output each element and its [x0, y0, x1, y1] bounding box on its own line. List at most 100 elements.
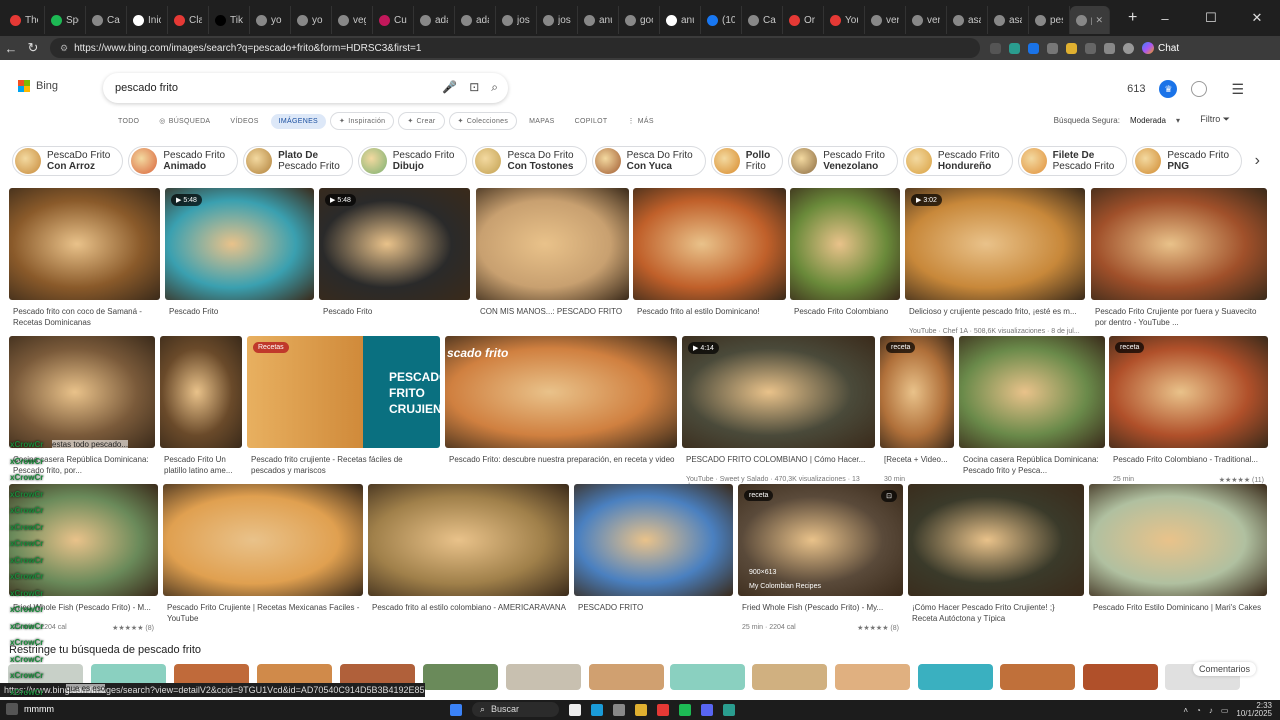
result-thumbnail[interactable]: scado frito: [445, 336, 677, 448]
result-caption[interactable]: CON MIS MANOS...: PESCADO FRITO: [480, 306, 627, 328]
related-search-thumbnail[interactable]: [835, 664, 910, 690]
result-thumbnail[interactable]: [9, 188, 160, 300]
browser-tab[interactable]: adam: [414, 6, 455, 34]
result-caption[interactable]: Pescado Frito Crujiente | Recetas Mexica…: [167, 602, 361, 624]
scope-colecciones[interactable]: ✦ Colecciones: [448, 112, 518, 130]
result-thumbnail[interactable]: [1091, 188, 1267, 300]
scope-ms[interactable]: ⋮ MÁS: [619, 113, 661, 129]
scope-inspiracin[interactable]: ✦ Inspiración: [330, 112, 395, 130]
result-caption[interactable]: Pescado Frito: descubre nuestra preparac…: [449, 454, 675, 476]
image-result[interactable]: Fried Whole Fish (Pescado Frito) - M... 2…: [9, 484, 158, 632]
related-chip[interactable]: Pescado Frito Animado: [128, 146, 239, 176]
browser-tab[interactable]: anuel: [660, 6, 701, 34]
extension-icon[interactable]: [1047, 42, 1058, 54]
browser-tab[interactable]: pesca: [1029, 6, 1070, 34]
browser-tab[interactable]: yo so: [291, 6, 332, 34]
related-chip[interactable]: Pollo Frito: [710, 146, 784, 176]
app-icon[interactable]: [679, 703, 692, 716]
image-result[interactable]: receta Pescado Frito Colombiano - Traditi…: [1109, 336, 1268, 484]
image-result[interactable]: Pescado frito al estilo colombiano - AME…: [368, 484, 569, 628]
browser-tab[interactable]: TheGr: [4, 6, 45, 34]
related-search-thumbnail[interactable]: [670, 664, 745, 690]
result-caption[interactable]: Pescado Frito Estilo Dominicano | Mari's…: [1093, 602, 1265, 624]
image-result[interactable]: PESCADO FRITO: [574, 484, 733, 628]
result-thumbnail[interactable]: ▶ 4:14: [682, 336, 875, 448]
image-result[interactable]: Pescado Frito Un platillo latino ame...: [160, 336, 242, 480]
extension-icon[interactable]: [1009, 42, 1020, 54]
result-caption[interactable]: PESCADO FRITO COLOMBIANO | Cómo Hacer...: [686, 454, 873, 476]
result-caption[interactable]: Cocina casera República Dominicana: Pesc…: [963, 454, 1103, 476]
url-field[interactable]: ⚙ https://www.bing.com/images/search?q=p…: [50, 38, 980, 58]
search-icon[interactable]: ⌕: [491, 80, 498, 95]
feedback-button[interactable]: Comentarios: [1192, 662, 1256, 676]
result-caption[interactable]: Fried Whole Fish (Pescado Frito) - M...: [13, 602, 156, 624]
browser-tab[interactable]: Captu: [86, 6, 127, 34]
result-thumbnail[interactable]: [908, 484, 1084, 596]
related-search-thumbnail[interactable]: [1000, 664, 1075, 690]
related-search-thumbnail[interactable]: [423, 664, 498, 690]
result-thumbnail[interactable]: [633, 188, 786, 300]
browser-tab[interactable]: asai -: [947, 6, 988, 34]
result-thumbnail[interactable]: ▶ 5:48: [319, 188, 470, 300]
result-thumbnail[interactable]: receta: [1109, 336, 1268, 448]
related-chip[interactable]: Pescado Frito PNG: [1132, 146, 1242, 176]
scope-todo[interactable]: TODO: [110, 114, 147, 129]
clock[interactable]: 2:33 10/1/2025: [1236, 702, 1272, 718]
browser-tab[interactable]: Captu: [742, 6, 783, 34]
related-search-thumbnail[interactable]: [506, 664, 581, 690]
scope-crear[interactable]: ✦ Crear: [398, 112, 445, 130]
battery-icon[interactable]: ▭: [1221, 706, 1229, 715]
app-icon[interactable]: [723, 703, 736, 716]
result-thumbnail[interactable]: receta: [880, 336, 954, 448]
result-thumbnail[interactable]: Recetas PESCADO FRITO CRUJIENTE: [247, 336, 440, 448]
browser-tab[interactable]: pe✕: [1070, 6, 1110, 34]
image-result[interactable]: Recetas PESCADO FRITO CRUJIENTE Pescado frit…: [247, 336, 440, 480]
discord-icon[interactable]: [701, 703, 714, 716]
app-icon[interactable]: [657, 703, 670, 716]
microphone-icon[interactable]: 🎤: [442, 80, 457, 95]
scope-imgenes[interactable]: IMÁGENES: [270, 113, 327, 129]
account-icon[interactable]: [1191, 81, 1208, 97]
result-thumbnail[interactable]: [959, 336, 1105, 448]
browser-tab[interactable]: anuel: [578, 6, 619, 34]
result-caption[interactable]: PESCADO FRITO: [578, 602, 731, 624]
browser-tab[interactable]: Clairo: [168, 6, 209, 34]
image-result[interactable]: scado frito Pescado Frito: descubre nuest…: [445, 336, 677, 480]
task-view-icon[interactable]: [569, 703, 582, 716]
result-caption[interactable]: Pescado frito crujiente - Recetas fácile…: [251, 454, 438, 476]
image-result[interactable]: Pescado Frito Colombiano: [790, 188, 900, 332]
result-thumbnail[interactable]: ▶ 3:02: [905, 188, 1085, 300]
result-caption[interactable]: Pescado frito con coco de Samaná - Recet…: [13, 306, 158, 328]
image-result[interactable]: Cocina casera República Dominicana: Pesc…: [959, 336, 1105, 480]
image-result[interactable]: ▶ 5:48 Pescado Frito: [165, 188, 314, 332]
related-chip[interactable]: Pescado Frito Venezolano: [788, 146, 898, 176]
result-caption[interactable]: Pescado Frito Colombiano - Traditional..…: [1113, 454, 1266, 476]
profile-icon[interactable]: [1123, 42, 1134, 54]
result-caption[interactable]: Pescado frito al estilo Dominicano!: [637, 306, 784, 328]
result-thumbnail[interactable]: [9, 336, 155, 448]
browser-tab[interactable]: asai h: [988, 6, 1029, 34]
minimize-icon[interactable]: –: [1142, 11, 1188, 26]
favorites-icon[interactable]: [1104, 42, 1115, 54]
result-caption[interactable]: Fried Whole Fish (Pescado Frito) - My...: [742, 602, 901, 624]
copilot-chat-button[interactable]: Chat: [1142, 42, 1179, 54]
taskbar-search[interactable]: ⌕ Buscar: [472, 702, 560, 717]
related-search-thumbnail[interactable]: [752, 664, 827, 690]
image-result[interactable]: Pescado frito con coco de Samaná - Recet…: [9, 188, 160, 332]
image-result[interactable]: Pescado frito al estilo Dominicano!: [633, 188, 786, 332]
edge-icon[interactable]: [591, 703, 604, 716]
store-icon[interactable]: [613, 703, 626, 716]
related-chip[interactable]: PescaDo Frito Con Arroz: [12, 146, 124, 176]
result-thumbnail[interactable]: receta 900×613 My Colombian Recipes ⊡: [738, 484, 903, 596]
result-caption[interactable]: Pescado Frito Un platillo latino ame...: [164, 454, 240, 476]
browser-tab[interactable]: googl: [619, 6, 660, 34]
result-thumbnail[interactable]: [368, 484, 569, 596]
result-thumbnail[interactable]: [574, 484, 733, 596]
reload-icon[interactable]: ↻: [22, 40, 44, 56]
result-thumbnail[interactable]: [476, 188, 629, 300]
hamburger-menu-icon[interactable]: ☰: [1231, 81, 1244, 98]
browser-tab[interactable]: josep: [496, 6, 537, 34]
result-caption[interactable]: Pescado Frito: [323, 306, 468, 328]
image-result[interactable]: ¡Cómo Hacer Pescado Frito Crujiente! ;} …: [908, 484, 1084, 628]
extension-icon[interactable]: [990, 42, 1001, 54]
